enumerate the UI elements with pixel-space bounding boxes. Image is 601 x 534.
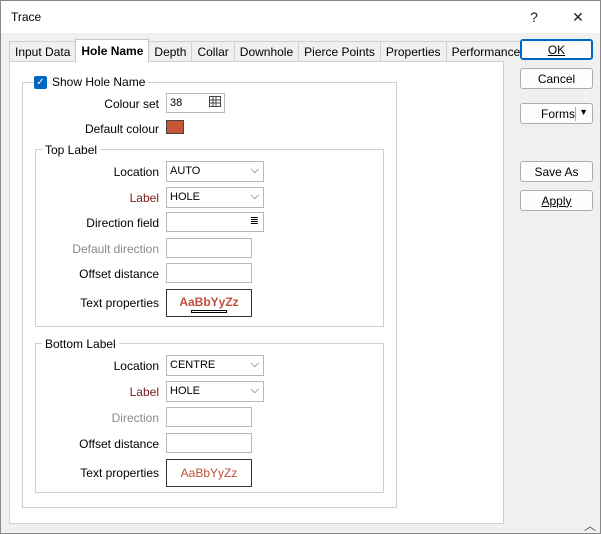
colour-set-field[interactable]: 38 [166,93,225,113]
field-list-icon[interactable]: ≣ [250,214,259,227]
ok-button-label: OK [547,42,566,57]
bottom-text-properties-button[interactable]: AaBbYyZz [166,459,252,487]
bottom-location-label: Location [113,359,159,373]
tab-input-data[interactable]: Input Data [9,41,77,62]
tab-pierce-points[interactable]: Pierce Points [298,41,381,62]
close-icon[interactable]: ✕ [563,5,593,29]
tab-strip: Input Data Hole Name Depth Collar Downho… [9,39,527,62]
chevron-down-icon: ⌵ [250,358,259,370]
top-label-value: HOLE [170,191,200,203]
tab-label: Input Data [15,45,71,59]
tab-collar[interactable]: Collar [191,41,235,62]
top-label-label: Label [129,191,159,205]
top-text-sample: AaBbYyZz [179,295,239,309]
tab-depth[interactable]: Depth [148,41,193,62]
underline-mark [191,310,227,313]
cancel-button[interactable]: Cancel [520,68,593,89]
forms-button[interactable]: Forms ▼ [520,103,593,124]
colour-set-label: Colour set [104,97,159,111]
default-colour-swatch[interactable] [166,120,184,134]
top-text-properties-button[interactable]: AaBbYyZz [166,289,252,317]
default-direction-field[interactable] [166,238,252,258]
bottom-text-sample: AaBbYyZz [180,466,238,480]
chevron-down-icon: ⌵ [250,190,259,202]
bottom-offset-distance-field[interactable] [166,433,252,453]
bottom-location-value: CENTRE [170,359,216,371]
default-colour-label: Default colour [84,122,159,136]
tab-label: Pierce Points [304,45,375,59]
top-location-label: Location [113,165,159,179]
bottom-direction-label: Direction [111,411,159,425]
top-label-group-title: Top Label [42,143,101,157]
top-label-select[interactable]: HOLE ⌵ [166,187,264,208]
tab-performance[interactable]: Performance [445,41,527,62]
bottom-direction-field[interactable] [166,407,252,427]
apply-button[interactable]: Apply [520,190,593,211]
forms-dropdown-divider [575,107,576,121]
apply-button-label: Apply [541,193,572,208]
bottom-offset-distance-label: Offset distance [79,437,159,451]
tab-label: Downhole [239,45,294,59]
bottom-text-properties-label: Text properties [80,466,159,480]
tab-panel: ✓ Show Hole Name Colour set 38 Default c… [9,61,504,524]
bottom-location-select[interactable]: CENTRE ⌵ [166,355,264,376]
tab-label: Hole Name [81,44,144,58]
direction-field-label: Direction field [86,216,159,230]
colour-set-value: 38 [170,97,183,109]
tab-label: Depth [154,45,187,59]
top-location-select[interactable]: AUTO ⌵ [166,161,264,182]
chevron-down-icon[interactable]: ▼ [579,107,588,117]
question-mark-icon[interactable]: ? [519,5,549,29]
tab-label: Performance [451,45,521,59]
save-as-button-label: Save As [534,164,579,179]
show-hole-name-checkbox[interactable]: ✓ [34,76,47,89]
tab-downhole[interactable]: Downhole [233,41,300,62]
direction-field-input[interactable]: ≣ [166,212,264,232]
ok-button[interactable]: OK [520,39,593,60]
tab-properties[interactable]: Properties [379,41,447,62]
chevron-up-icon[interactable]: ︿ [584,517,596,534]
forms-button-label: Forms [541,106,575,121]
top-location-value: AUTO [170,165,201,177]
save-as-button[interactable]: Save As [520,161,593,182]
chevron-down-icon: ⌵ [250,384,259,396]
default-direction-label: Default direction [72,242,159,256]
tab-label: Collar [197,45,229,59]
bottom-label-select[interactable]: HOLE ⌵ [166,381,264,402]
top-offset-distance-field[interactable] [166,263,252,283]
bottom-label-value: HOLE [170,385,200,397]
bottom-label-group-title: Bottom Label [42,337,119,351]
bottom-label-label: Label [129,385,159,399]
dialog-window: Trace ? ✕ Input Data Hole Name Depth Col… [0,0,601,534]
top-text-properties-label: Text properties [80,296,159,310]
title-bar: Trace ? ✕ [1,1,600,33]
colour-table-icon[interactable] [209,96,221,107]
show-hole-name-label: Show Hole Name [49,75,149,89]
window-title: Trace [11,10,42,24]
tab-hole-name[interactable]: Hole Name [75,39,150,62]
cancel-button-label: Cancel [537,71,576,86]
chevron-down-icon: ⌵ [250,164,259,176]
top-offset-distance-label: Offset distance [79,267,159,281]
tab-label: Properties [385,45,441,59]
